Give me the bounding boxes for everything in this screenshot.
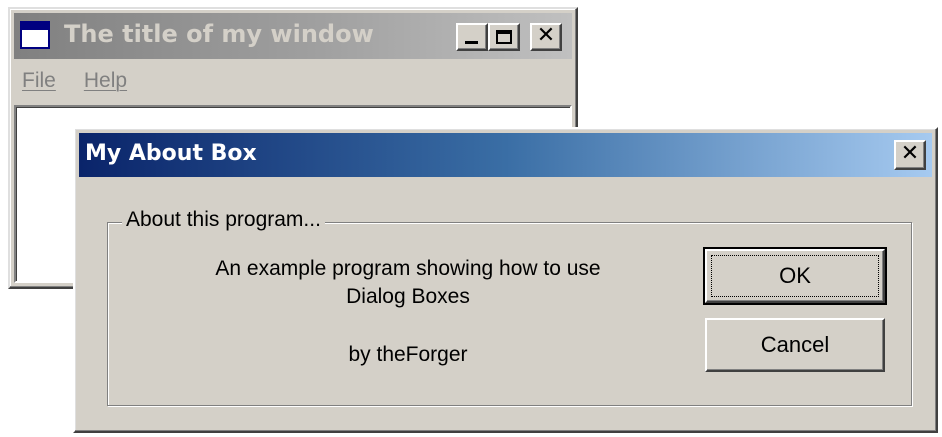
menu-bar: File Help [22,69,127,97]
close-icon: ✕ [900,141,920,166]
close-icon: ✕ [536,23,556,48]
group-label: About this program... [122,208,325,232]
description-line: Dialog Boxes [346,285,470,308]
ok-button[interactable]: OK [703,247,887,305]
minimize-icon [465,41,478,44]
cancel-button[interactable]: Cancel [705,318,885,372]
ok-label: OK [779,263,811,288]
description-line: An example program showing how to use [215,257,601,280]
window-icon[interactable] [20,21,50,49]
main-window-title: The title of my window [64,20,374,48]
main-title-bar[interactable]: The title of my window ✕ [14,13,572,59]
about-description: An example program showing how to use Di… [148,255,668,311]
menu-help[interactable]: Help [84,69,127,97]
author-text: by theForger [348,343,468,366]
dialog-close-button[interactable]: ✕ [894,140,926,170]
minimize-button[interactable] [456,23,488,51]
about-group-box: About this program... An example program… [107,208,912,406]
maximize-button[interactable] [488,23,520,51]
menu-file[interactable]: File [22,69,56,97]
maximize-icon [496,30,512,44]
dialog-title-bar[interactable]: My About Box ✕ [79,133,932,177]
about-dialog[interactable]: My About Box ✕ About this program... An … [73,127,938,433]
main-close-button[interactable]: ✕ [530,23,562,51]
dialog-title: My About Box [85,141,257,166]
